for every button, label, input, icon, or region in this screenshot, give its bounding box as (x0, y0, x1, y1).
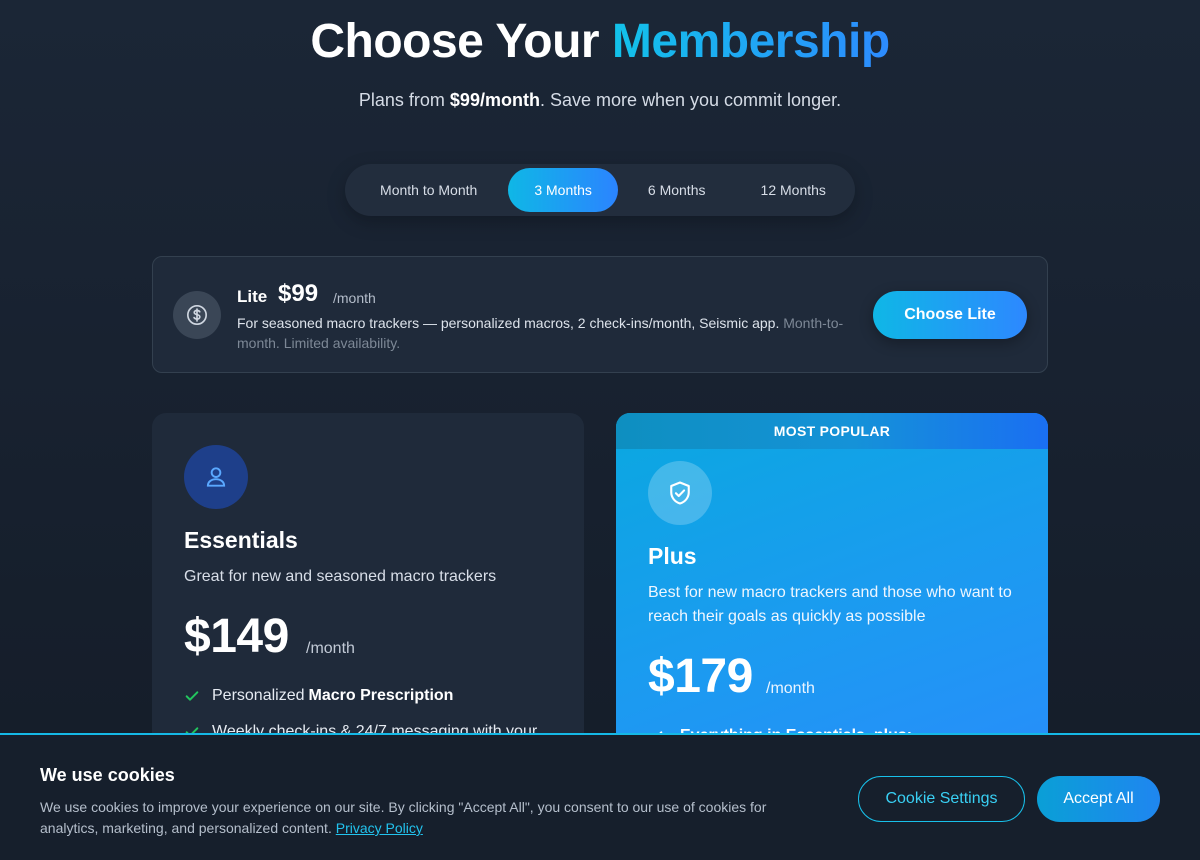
feature-bold: Macro Prescription (308, 687, 454, 704)
lite-name: Lite (237, 287, 268, 306)
accept-all-button[interactable]: Accept All (1037, 776, 1160, 822)
plan-description: Best for new macro trackers and those wh… (648, 584, 1012, 625)
cookie-text: We use cookies to improve your experienc… (40, 797, 820, 839)
plan-name: Plus (648, 543, 697, 569)
lite-description-text: For seasoned macro trackers — personaliz… (237, 315, 780, 331)
shield-check-icon (648, 461, 712, 525)
privacy-policy-link[interactable]: Privacy Policy (336, 820, 423, 836)
lite-plan-bar: Lite $99 /month For seasoned macro track… (152, 256, 1048, 373)
billing-period-toggle: Month to Month 3 Months 6 Months 12 Mont… (345, 164, 855, 216)
subtitle-suffix: . Save more when you commit longer. (539, 90, 842, 110)
choose-lite-button[interactable]: Choose Lite (873, 291, 1027, 339)
toggle-12-months[interactable]: 12 Months (735, 168, 851, 212)
plan-name: Essentials (184, 527, 298, 553)
lite-description: For seasoned macro trackers — personaliz… (237, 313, 857, 353)
check-icon (184, 688, 212, 704)
toggle-6-months[interactable]: 6 Months (618, 168, 736, 212)
plan-price: $179 (648, 650, 753, 703)
feature-item: Personalized Macro Prescription (184, 687, 453, 705)
feature-text: Personalized (212, 687, 305, 704)
subtitle-price: $99/month (449, 90, 540, 110)
dollar-coin-icon (173, 291, 221, 339)
plan-per-month: /month (766, 680, 815, 697)
title-text: Choose Your (310, 15, 612, 68)
plan-per-month: /month (306, 640, 355, 657)
most-popular-badge: MOST POPULAR (616, 413, 1048, 449)
lite-price: $99 (278, 280, 319, 307)
lite-per-month: /month (333, 290, 376, 306)
page-title: Choose Your Membership (0, 14, 1200, 69)
toggle-3-months[interactable]: 3 Months (508, 168, 618, 212)
subtitle-prefix: Plans from (358, 90, 450, 110)
plan-price: $149 (184, 610, 289, 663)
toggle-month-to-month[interactable]: Month to Month (349, 168, 508, 212)
title-accent: Membership (611, 15, 890, 68)
user-icon (184, 445, 248, 509)
cookie-settings-button[interactable]: Cookie Settings (858, 776, 1025, 822)
cookie-title: We use cookies (40, 765, 175, 785)
cookie-banner: We use cookies We use cookies to improve… (0, 733, 1200, 860)
plan-description: Great for new and seasoned macro tracker… (184, 568, 497, 585)
page-subtitle: Plans from $99/month. Save more when you… (0, 90, 1200, 111)
membership-page: Choose Your Membership Plans from $99/mo… (0, 0, 1200, 860)
